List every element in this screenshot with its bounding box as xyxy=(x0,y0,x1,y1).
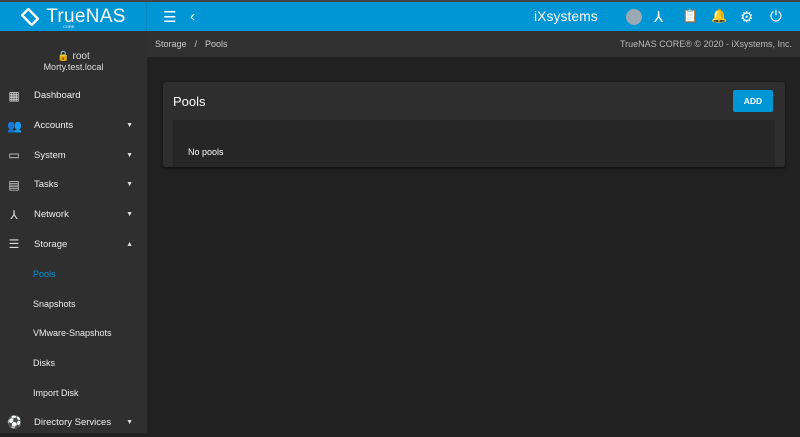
gear-icon[interactable]: ⚙ xyxy=(740,8,753,26)
storage-icon: ☰ xyxy=(8,237,20,252)
pools-card: Pools ADD No pools xyxy=(163,82,785,167)
power-icon[interactable]: ⏻ xyxy=(770,8,782,25)
sidebar-item-storage[interactable]: ☰ Storage ▲ xyxy=(0,229,147,259)
sidebar-item-label: Dashboard xyxy=(34,90,81,102)
truenas-logo[interactable]: TrueNAS CORE xyxy=(0,2,147,31)
caret-down-icon: ▼ xyxy=(126,418,133,426)
caret-down-icon: ▼ xyxy=(126,211,133,219)
sidebar-item-label: VMware-Snapshots xyxy=(33,328,112,339)
sidebar-item-disks[interactable]: Disks xyxy=(0,348,147,378)
sidebar-item-label: Import Disk xyxy=(33,387,79,398)
lock-icon: 🔒 xyxy=(57,51,70,62)
page-title: Pools xyxy=(173,94,206,109)
dashboard-icon: ▦ xyxy=(8,88,20,103)
accounts-icon: 👥 xyxy=(7,118,22,133)
add-pool-button[interactable]: ADD xyxy=(733,90,773,112)
sidebar-item-label: Storage xyxy=(34,238,68,250)
menu-icon[interactable]: ☰ xyxy=(163,8,176,26)
sidebar-item-accounts[interactable]: 👥 Accounts ▼ xyxy=(0,111,147,141)
breadcrumb: Storage / Pools TrueNAS CORE® © 2020 - i… xyxy=(147,31,800,57)
sidebar-item-label: Network xyxy=(34,209,69,221)
sidebar-item-label: Accounts xyxy=(34,120,74,132)
network-icon: ⅄ xyxy=(10,207,18,222)
brand-sub: CORE xyxy=(63,24,75,29)
caret-down-icon: ▼ xyxy=(126,151,133,159)
sidebar-item-pools[interactable]: Pools xyxy=(0,259,147,289)
directory-services-icon: ⚽ xyxy=(7,415,22,430)
sidebar-item-label: Pools xyxy=(33,268,56,279)
top-bar: TrueNAS CORE ☰ ‹ iXsystems ⅄ 📋 🔔 ⚙ ⏻ xyxy=(0,0,800,31)
network-icon[interactable]: ⅄ xyxy=(654,8,663,26)
sidebar-item-label: System xyxy=(34,149,66,161)
sidebar: 🔒 root Morty.test.local ▦ Dashboard 👥 Accou… xyxy=(0,31,147,433)
sidebar-item-vmware-snapshots[interactable]: VMware-Snapshots xyxy=(0,319,147,349)
caret-down-icon: ▼ xyxy=(126,181,133,189)
sidebar-item-network[interactable]: ⅄ Network ▼ xyxy=(0,200,147,230)
caret-down-icon: ▼ xyxy=(126,122,133,130)
sidebar-item-system[interactable]: ▭ System ▼ xyxy=(0,140,147,170)
pools-list: No pools xyxy=(173,120,775,167)
sidebar-item-label: Snapshots xyxy=(33,298,76,309)
breadcrumb-storage[interactable]: Storage xyxy=(155,39,187,49)
sidebar-item-tasks[interactable]: ▤ Tasks ▼ xyxy=(0,170,147,200)
tasks-clipboard-icon[interactable]: 📋 xyxy=(682,8,698,24)
caret-up-icon: ▲ xyxy=(126,240,133,248)
brand-name: TrueNAS xyxy=(46,5,126,27)
system-icon: ▭ xyxy=(8,148,20,163)
truecommand-icon[interactable] xyxy=(626,9,642,25)
hostname: Morty.test.local xyxy=(43,62,104,72)
truenas-mark-icon xyxy=(20,6,40,27)
sidebar-item-dashboard[interactable]: ▦ Dashboard xyxy=(0,81,147,111)
sidebar-item-label: Directory Services xyxy=(34,416,112,428)
user-info: 🔒 root Morty.test.local xyxy=(0,31,147,81)
vendor-logo-text: iXsystems xyxy=(534,8,598,24)
sidebar-item-label: Tasks xyxy=(34,179,59,191)
breadcrumb-pools: Pools xyxy=(205,39,228,49)
chevron-left-icon[interactable]: ‹ xyxy=(190,8,195,25)
tasks-icon: ▤ xyxy=(8,177,20,192)
bell-icon[interactable]: 🔔 xyxy=(711,8,727,24)
empty-message: No pools xyxy=(188,147,224,157)
sidebar-item-snapshots[interactable]: Snapshots xyxy=(0,289,147,319)
sidebar-item-import-disk[interactable]: Import Disk xyxy=(0,378,147,408)
ixsystems-logo[interactable]: iXsystems xyxy=(534,8,598,25)
username: root xyxy=(72,51,90,62)
sidebar-item-label: Disks xyxy=(33,358,55,369)
copyright: TrueNAS CORE® © 2020 - iXsystems, Inc. xyxy=(620,39,792,49)
breadcrumb-separator: / xyxy=(194,39,198,49)
